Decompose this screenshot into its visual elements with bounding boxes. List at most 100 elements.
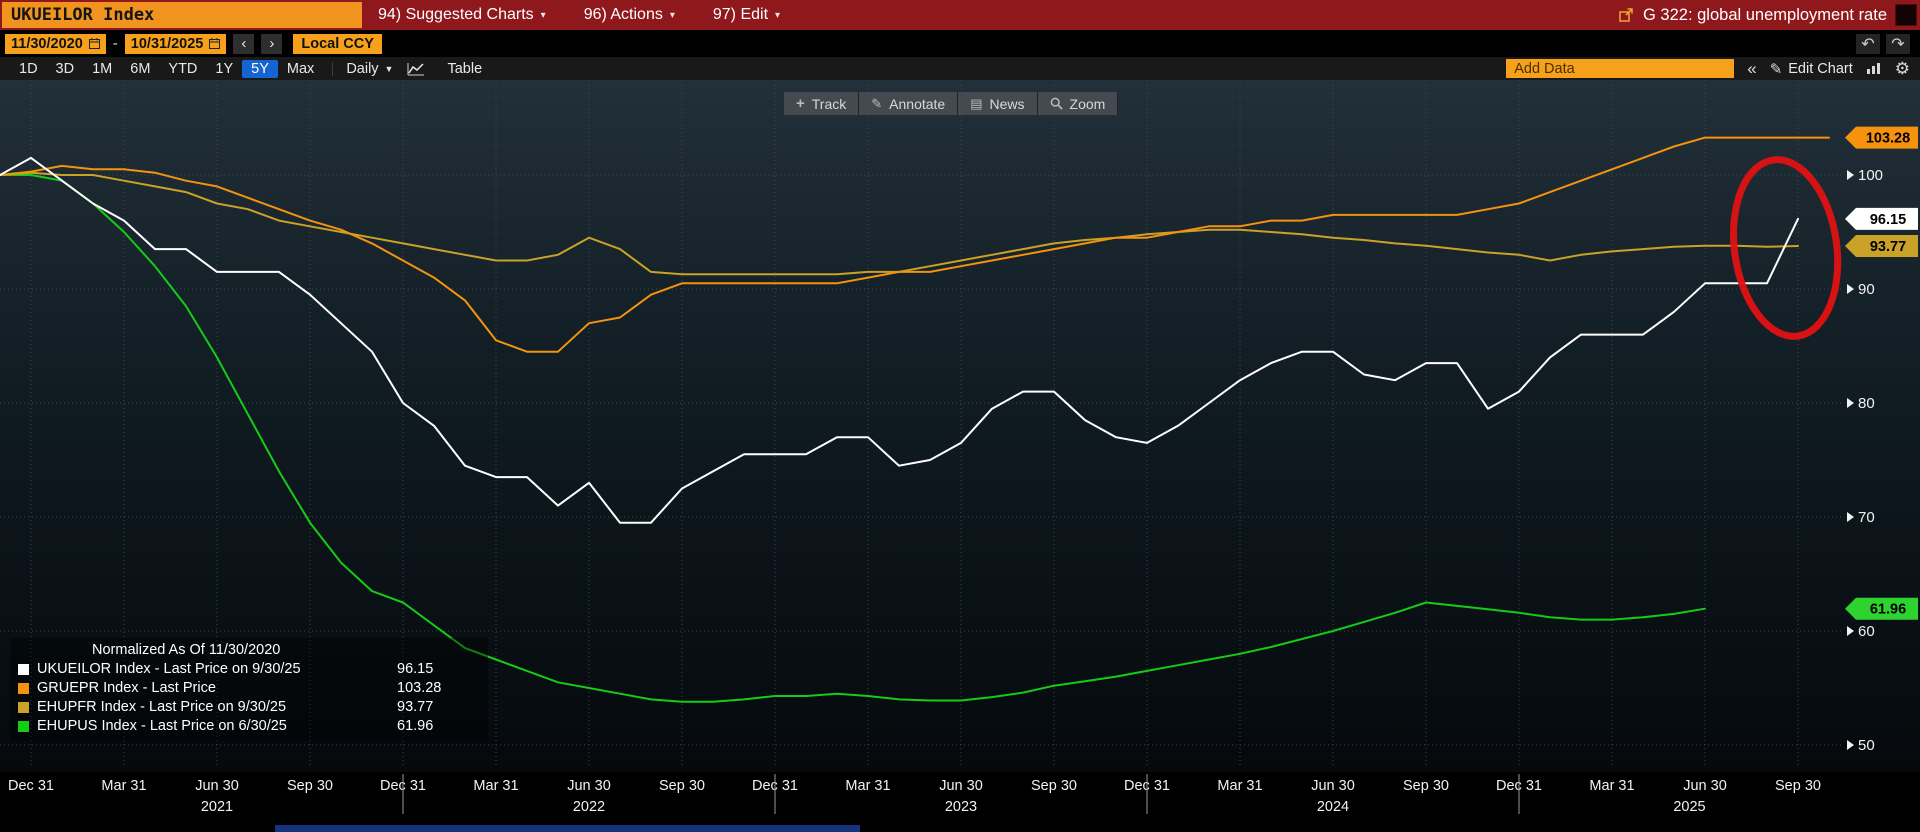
period-3d[interactable]: 3D [47,60,84,78]
period-1m[interactable]: 1M [83,60,121,78]
series-swatch [18,721,29,732]
crosshair-icon: + [796,95,805,112]
price-tag-label: 96.15 [1870,212,1906,228]
annotate-button[interactable]: ✎ Annotate [859,92,958,115]
start-date-input[interactable]: 11/30/2020 [5,34,106,54]
legend-item-ukueilor[interactable]: UKUEILOR Index - Last Price on 9/30/25 9… [18,660,480,679]
legend-value: 103.28 [397,679,441,698]
x-tick-label: Sep 30 [659,778,705,794]
line-chart-type-button[interactable] [407,62,425,76]
menu-actions[interactable]: 96) Actions ▾ [584,6,675,24]
x-tick-label: Jun 30 [195,778,239,794]
panel-corner-button[interactable] [1895,4,1917,26]
x-tick-label: Mar 31 [1589,778,1634,794]
period-1y[interactable]: 1Y [206,60,242,78]
frequency-value: Daily [346,61,378,77]
calendar-icon [89,38,100,49]
x-tick-label: Sep 30 [1031,778,1077,794]
x-tick-label: Sep 30 [1403,778,1449,794]
price-tag-label: 93.77 [1870,239,1906,255]
currency-selector[interactable]: Local CCY [293,34,382,54]
series-swatch [18,683,29,694]
year-label: 2023 [945,799,977,815]
series-swatch [18,702,29,713]
period-6m[interactable]: 6M [121,60,159,78]
price-tag-label: 103.28 [1866,131,1910,147]
undo-icon: ↶ [1861,34,1874,54]
newspaper-icon: ▤ [970,96,982,112]
collapse-panel-icon[interactable]: « [1747,59,1756,79]
chart-settings-icon[interactable] [1866,62,1882,75]
chevron-left-icon: ‹ [241,35,246,52]
legend-label: GRUEPR Index - Last Price [37,679,389,698]
legend-item-ehupfr[interactable]: EHUPFR Index - Last Price on 9/30/25 93.… [18,698,480,717]
period-1d[interactable]: 1D [10,60,47,78]
title-bar: UKUEILOR Index 94) Suggested Charts ▾ 96… [0,0,1920,30]
period-ytd[interactable]: YTD [159,60,206,78]
menu-suggested-charts[interactable]: 94) Suggested Charts ▾ [378,6,546,24]
pencil-icon: ✎ [871,96,882,112]
year-label: 2022 [573,799,605,815]
chevron-right-icon: › [269,35,274,52]
y-tick-label: 60 [1858,623,1875,640]
news-label: News [990,96,1025,112]
news-button[interactable]: ▤ News [958,92,1037,115]
edit-chart-button[interactable]: ✎ Edit Chart [1770,60,1853,78]
chevron-down-icon: ▾ [541,10,546,21]
prev-period-button[interactable]: ‹ [233,34,254,54]
x-tick-label: Jun 30 [1683,778,1727,794]
add-data-placeholder: Add Data [1514,61,1574,77]
x-tick-label: Sep 30 [1775,778,1821,794]
year-label: 2025 [1673,799,1705,815]
date-range-bar: 11/30/2020 - 10/31/2025 ‹ › Local CCY ↶ … [0,30,1920,57]
track-button[interactable]: + Track [784,92,859,115]
table-view-button[interactable]: Table [439,60,490,78]
redo-icon: ↷ [1891,34,1904,54]
undo-button[interactable]: ↶ [1856,34,1880,54]
chevron-down-icon: ▼ [385,64,394,74]
frequency-dropdown[interactable]: Daily ▼ [346,61,393,77]
legend-value: 93.77 [397,698,433,717]
legend-value: 96.15 [397,660,433,679]
y-tick-label: 70 [1858,509,1875,526]
legend-label: EHUPUS Index - Last Price on 6/30/25 [37,717,389,736]
x-tick-label: Jun 30 [939,778,983,794]
chart-area: 1009080706050Dec 31Mar 31Jun 30Sep 30Dec… [0,80,1920,832]
redo-button[interactable]: ↷ [1886,34,1910,54]
zoom-button[interactable]: Zoom [1038,92,1119,115]
y-tick-label: 80 [1858,395,1875,412]
security-ticker-field[interactable]: UKUEILOR Index [2,2,362,28]
legend-label: EHUPFR Index - Last Price on 9/30/25 [37,698,389,717]
chart-tool-strip: + Track ✎ Annotate ▤ News Zoom [784,92,1118,115]
date-separator: - [113,35,118,52]
legend-item-gruepr[interactable]: GRUEPR Index - Last Price 103.28 [18,679,480,698]
x-tick-label: Jun 30 [567,778,611,794]
menu-edit[interactable]: 97) Edit ▾ [713,6,780,24]
end-date-value: 10/31/2025 [131,36,204,52]
currency-value: Local CCY [301,36,374,52]
chevron-down-icon: ▾ [670,10,675,21]
gear-icon[interactable]: ⚙ [1895,59,1910,79]
y-tick-label: 50 [1858,737,1875,754]
x-tick-label: Sep 30 [287,778,333,794]
end-date-input[interactable]: 10/31/2025 [125,34,227,54]
legend-value: 61.96 [397,717,433,736]
x-tick-label: Jun 30 [1311,778,1355,794]
menu-label: 97) Edit [713,6,768,24]
legend-title: Normalized As Of 11/30/2020 [18,641,480,660]
x-tick-label: Dec 31 [8,778,54,794]
x-tick-label: Mar 31 [845,778,890,794]
next-period-button[interactable]: › [261,34,282,54]
menu-label: 96) Actions [584,6,663,24]
edit-chart-label: Edit Chart [1788,61,1852,77]
x-tick-label: Mar 31 [1217,778,1262,794]
add-data-input[interactable]: Add Data [1506,59,1734,78]
open-window-icon[interactable] [1618,7,1634,23]
period-max[interactable]: Max [278,60,323,78]
security-ticker: UKUEILOR Index [11,5,154,25]
period-5y-selected[interactable]: 5Y [242,60,278,78]
x-tick-label: Mar 31 [473,778,518,794]
annotate-label: Annotate [889,96,945,112]
start-date-value: 11/30/2020 [11,36,83,52]
legend-item-ehupus[interactable]: EHUPUS Index - Last Price on 6/30/25 61.… [18,717,480,736]
